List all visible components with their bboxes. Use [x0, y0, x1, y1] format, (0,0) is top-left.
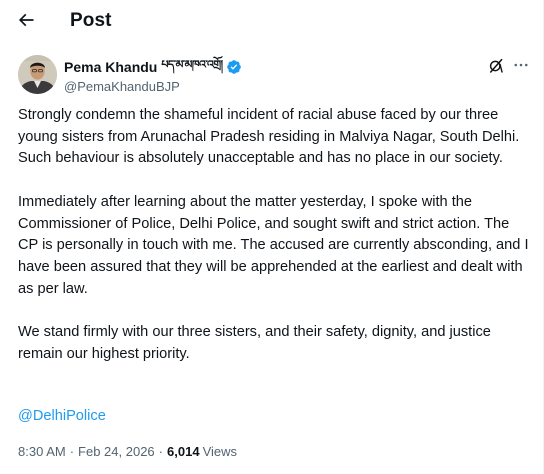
author-display-name[interactable]: Pema Khandu — [64, 59, 157, 75]
meta-separator: · — [158, 444, 164, 459]
tweet-paragraph: We stand firmly with our three sisters, … — [18, 324, 491, 362]
tweet-paragraph: Strongly condemn the shameful incident o… — [18, 107, 520, 167]
back-button[interactable] — [10, 6, 42, 38]
views-label: Views — [202, 444, 238, 459]
more-button[interactable] — [510, 56, 532, 78]
author-name-row[interactable]: Pema Khandu པད་མ་མཁའ་འགྲོ། — [64, 58, 242, 76]
post-date[interactable]: Feb 24, 2026 — [78, 444, 155, 459]
tweet-text: Strongly condemn the shameful incident o… — [18, 105, 532, 365]
verified-badge-icon[interactable] — [226, 59, 242, 75]
post-time[interactable]: 8:30 AM — [18, 444, 66, 459]
meta-separator: · — [69, 444, 75, 459]
avatar[interactable] — [18, 55, 57, 94]
views-count[interactable]: 6,014 — [167, 444, 200, 459]
post-metadata: 8:30 AM · Feb 24, 2026 · 6,014 Views — [18, 444, 237, 459]
page-header: Post — [0, 0, 544, 44]
mention-link[interactable]: @DelhiPolice — [18, 406, 106, 427]
more-horizontal-icon — [512, 56, 530, 79]
author-native-name[interactable]: པད་མ་མཁའ་འགྲོ། — [161, 52, 223, 83]
arrow-left-icon — [16, 10, 36, 35]
grok-button[interactable] — [484, 56, 508, 80]
tweet-paragraph: Immediately after learning about the mat… — [18, 193, 529, 297]
post-view: Post Pema Khandu པད་མ་མཁའ་འགྲོ། @PemaKha… — [0, 0, 544, 474]
page-title: Post — [70, 10, 112, 31]
author-handle[interactable]: @PemaKhanduBJP — [64, 79, 180, 94]
grok-icon — [487, 57, 505, 80]
